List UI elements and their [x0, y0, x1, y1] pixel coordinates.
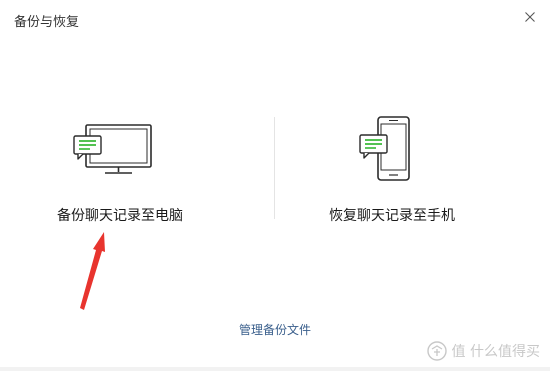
watermark-text: 值 什么值得买: [451, 344, 540, 360]
computer-chat-icon: [73, 124, 152, 174]
manage-backup-files-link[interactable]: 管理备份文件: [0, 321, 550, 338]
restore-to-phone-option[interactable]: 恢复聊天记录至手机: [292, 115, 492, 225]
restore-to-phone-label: 恢复聊天记录至手机: [329, 208, 455, 224]
options-divider: [274, 117, 275, 219]
smzdm-logo-icon: [426, 341, 447, 361]
backup-to-pc-option[interactable]: 备份聊天记录至电脑: [20, 115, 220, 225]
watermark: 值 什么值得买: [426, 341, 540, 361]
close-button[interactable]: [518, 6, 542, 28]
window-title: 备份与恢复: [14, 15, 80, 30]
close-icon: [525, 12, 535, 22]
bottom-strip: [0, 367, 550, 371]
phone-chat-icon: [359, 116, 410, 181]
backup-to-pc-label: 备份聊天记录至电脑: [57, 208, 183, 224]
backup-restore-window: 备份与恢复 备份聊天记录至电脑 恢复聊天记录至手机 管理备份文件 值 什么值得买: [0, 0, 550, 371]
